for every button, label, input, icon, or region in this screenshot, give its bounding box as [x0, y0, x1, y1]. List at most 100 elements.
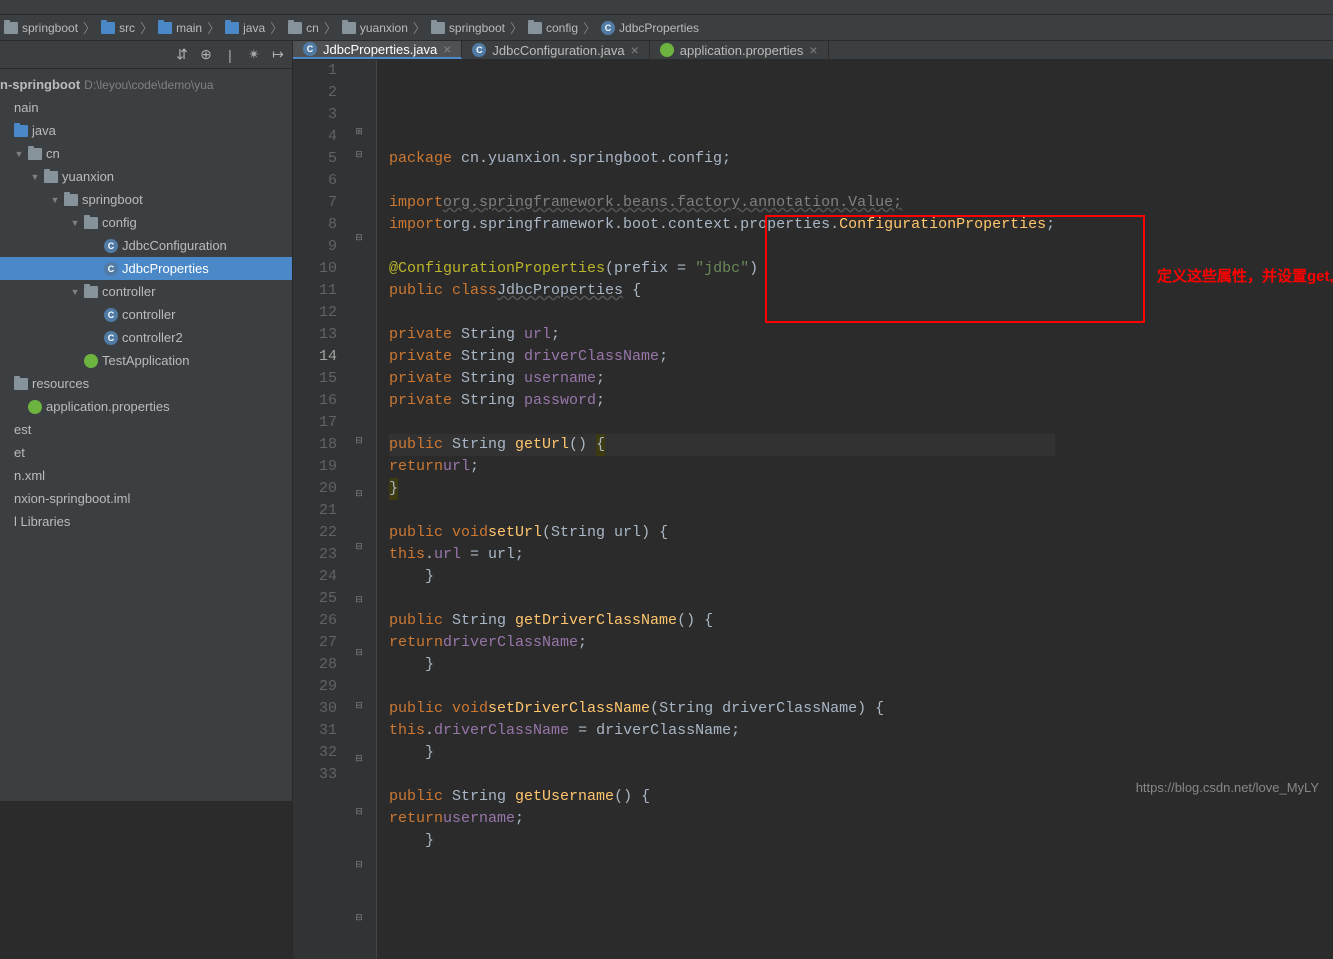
- code-line[interactable]: }: [389, 830, 1055, 852]
- fold-icon[interactable]: ⊟: [349, 854, 369, 876]
- fold-icon[interactable]: ⊟: [349, 536, 369, 558]
- tree-item[interactable]: java: [0, 119, 292, 142]
- tree-item[interactable]: est: [0, 418, 292, 441]
- close-icon[interactable]: ×: [443, 41, 451, 57]
- tree-item[interactable]: ▼yuanxion: [0, 165, 292, 188]
- tree-item[interactable]: CJdbcProperties: [0, 257, 292, 280]
- chevron-right-icon: 〉: [140, 18, 153, 37]
- breadcrumb-item[interactable]: springboot: [431, 21, 505, 35]
- fold-icon[interactable]: ⊟: [349, 642, 369, 664]
- tree-toggle-icon[interactable]: ▼: [70, 287, 80, 297]
- tree-item[interactable]: TestApplication: [0, 349, 292, 372]
- fold-icon[interactable]: ⊟: [349, 430, 369, 452]
- code-line[interactable]: public class JdbcProperties {: [389, 280, 1055, 302]
- breadcrumb-item[interactable]: main: [158, 21, 202, 35]
- editor-tab[interactable]: CJdbcProperties.java×: [293, 41, 462, 59]
- code-line[interactable]: }: [389, 654, 1055, 676]
- code-line[interactable]: return driverClassName;: [389, 632, 1055, 654]
- code-line[interactable]: private String driverClassName;: [389, 346, 1055, 368]
- fold-icon[interactable]: ⊟: [349, 483, 369, 505]
- tree-toggle-icon[interactable]: ▼: [50, 195, 60, 205]
- breadcrumb-item[interactable]: springboot: [4, 21, 78, 35]
- editor-tab[interactable]: application.properties×: [650, 41, 829, 59]
- code-line[interactable]: public void setUrl(String url) {: [389, 522, 1055, 544]
- fold-icon[interactable]: ⊟: [349, 227, 369, 249]
- code-line[interactable]: }: [389, 566, 1055, 588]
- close-icon[interactable]: ×: [809, 42, 817, 58]
- breadcrumb-item[interactable]: src: [101, 21, 135, 35]
- code-line[interactable]: [389, 588, 1055, 610]
- code-line[interactable]: [389, 852, 1055, 874]
- collapse-icon[interactable]: ↦: [270, 47, 286, 63]
- tree-item[interactable]: nain: [0, 96, 292, 119]
- breadcrumb-item[interactable]: config: [528, 21, 578, 35]
- code-line[interactable]: }: [389, 478, 1055, 500]
- tree-item[interactable]: resources: [0, 372, 292, 395]
- tree-toggle-icon[interactable]: ▼: [30, 172, 40, 182]
- tree-item[interactable]: CJdbcConfiguration: [0, 234, 292, 257]
- fold-icon[interactable]: ⊟: [349, 695, 369, 717]
- fold-icon[interactable]: ⊟: [349, 748, 369, 770]
- tree-item[interactable]: Ccontroller2: [0, 326, 292, 349]
- code-line[interactable]: package cn.yuanxion.springboot.config;: [389, 148, 1055, 170]
- tree-item[interactable]: l Libraries: [0, 510, 292, 533]
- code-line[interactable]: private String password;: [389, 390, 1055, 412]
- tree-item[interactable]: n.xml: [0, 464, 292, 487]
- fold-icon[interactable]: ⊟: [349, 801, 369, 823]
- code-line[interactable]: [389, 676, 1055, 698]
- tree-item[interactable]: Ccontroller: [0, 303, 292, 326]
- tree-item[interactable]: application.properties: [0, 395, 292, 418]
- target-icon[interactable]: ⊕: [198, 47, 214, 63]
- tree-item[interactable]: ▼config: [0, 211, 292, 234]
- project-tree[interactable]: n-springboot D:\leyou\code\demo\yuanainj…: [0, 69, 292, 537]
- code-line[interactable]: public void setDriverClassName(String dr…: [389, 698, 1055, 720]
- code-line[interactable]: [389, 236, 1055, 258]
- code-line[interactable]: [389, 412, 1055, 434]
- code-line[interactable]: import org.springframework.boot.context.…: [389, 214, 1055, 236]
- code-line[interactable]: [389, 764, 1055, 786]
- code-line[interactable]: [389, 500, 1055, 522]
- code-editor[interactable]: 1234567891011121314151617181920212223242…: [293, 60, 1333, 959]
- breadcrumb-item[interactable]: cn: [288, 21, 319, 35]
- tree-item[interactable]: ▼springboot: [0, 188, 292, 211]
- gear-icon[interactable]: ✴: [246, 47, 262, 63]
- tree-toggle-icon[interactable]: ▼: [14, 149, 24, 159]
- breadcrumb-item[interactable]: yuanxion: [342, 21, 408, 35]
- code-line[interactable]: this.url = url;: [389, 544, 1055, 566]
- close-icon[interactable]: ×: [631, 42, 639, 58]
- tree-item[interactable]: ▼cn: [0, 142, 292, 165]
- tree-root[interactable]: n-springboot D:\leyou\code\demo\yua: [0, 73, 292, 96]
- code-line[interactable]: public String getUrl() {: [389, 434, 1055, 456]
- fold-icon: [349, 505, 369, 527]
- editor-tabs: CJdbcProperties.java×CJdbcConfiguration.…: [293, 41, 1333, 60]
- code-line[interactable]: [389, 302, 1055, 324]
- code-line[interactable]: public String getDriverClassName() {: [389, 610, 1055, 632]
- fold-gutter[interactable]: ⊞⊟⊟⊟⊟⊟⊟⊟⊟⊟⊟⊟⊟: [349, 60, 377, 959]
- code-line[interactable]: return username;: [389, 808, 1055, 830]
- fold-icon[interactable]: ⊟: [349, 907, 369, 929]
- fold-icon[interactable]: ⊞: [349, 121, 369, 143]
- expand-all-icon[interactable]: ⇵: [174, 47, 190, 63]
- fold-icon: [349, 90, 369, 112]
- tree-item[interactable]: ▼controller: [0, 280, 292, 303]
- editor-tab[interactable]: CJdbcConfiguration.java×: [462, 41, 649, 59]
- code-line[interactable]: }: [389, 742, 1055, 764]
- fold-icon[interactable]: ⊟: [349, 144, 369, 166]
- fold-icon: [349, 929, 369, 951]
- tree-toggle-icon[interactable]: ▼: [70, 218, 80, 228]
- code-line[interactable]: public String getUsername() {: [389, 786, 1055, 808]
- code-line[interactable]: this.driverClassName = driverClassName;: [389, 720, 1055, 742]
- code-line[interactable]: import org.springframework.beans.factory…: [389, 192, 1055, 214]
- code-line[interactable]: private String username;: [389, 368, 1055, 390]
- breadcrumb-item[interactable]: CJdbcProperties: [601, 21, 699, 35]
- class-icon: C: [104, 262, 118, 276]
- tree-item[interactable]: nxion-springboot.iml: [0, 487, 292, 510]
- code-line[interactable]: return url;: [389, 456, 1055, 478]
- code-line[interactable]: [389, 170, 1055, 192]
- code-line[interactable]: private String url;: [389, 324, 1055, 346]
- breadcrumb-item[interactable]: java: [225, 21, 265, 35]
- tree-item[interactable]: et: [0, 441, 292, 464]
- code-line[interactable]: @ConfigurationProperties(prefix = "jdbc"…: [389, 258, 1055, 280]
- code-body[interactable]: 定义这些属性，并设置get,set方法 package cn.yuanxion.…: [377, 60, 1055, 959]
- fold-icon[interactable]: ⊟: [349, 589, 369, 611]
